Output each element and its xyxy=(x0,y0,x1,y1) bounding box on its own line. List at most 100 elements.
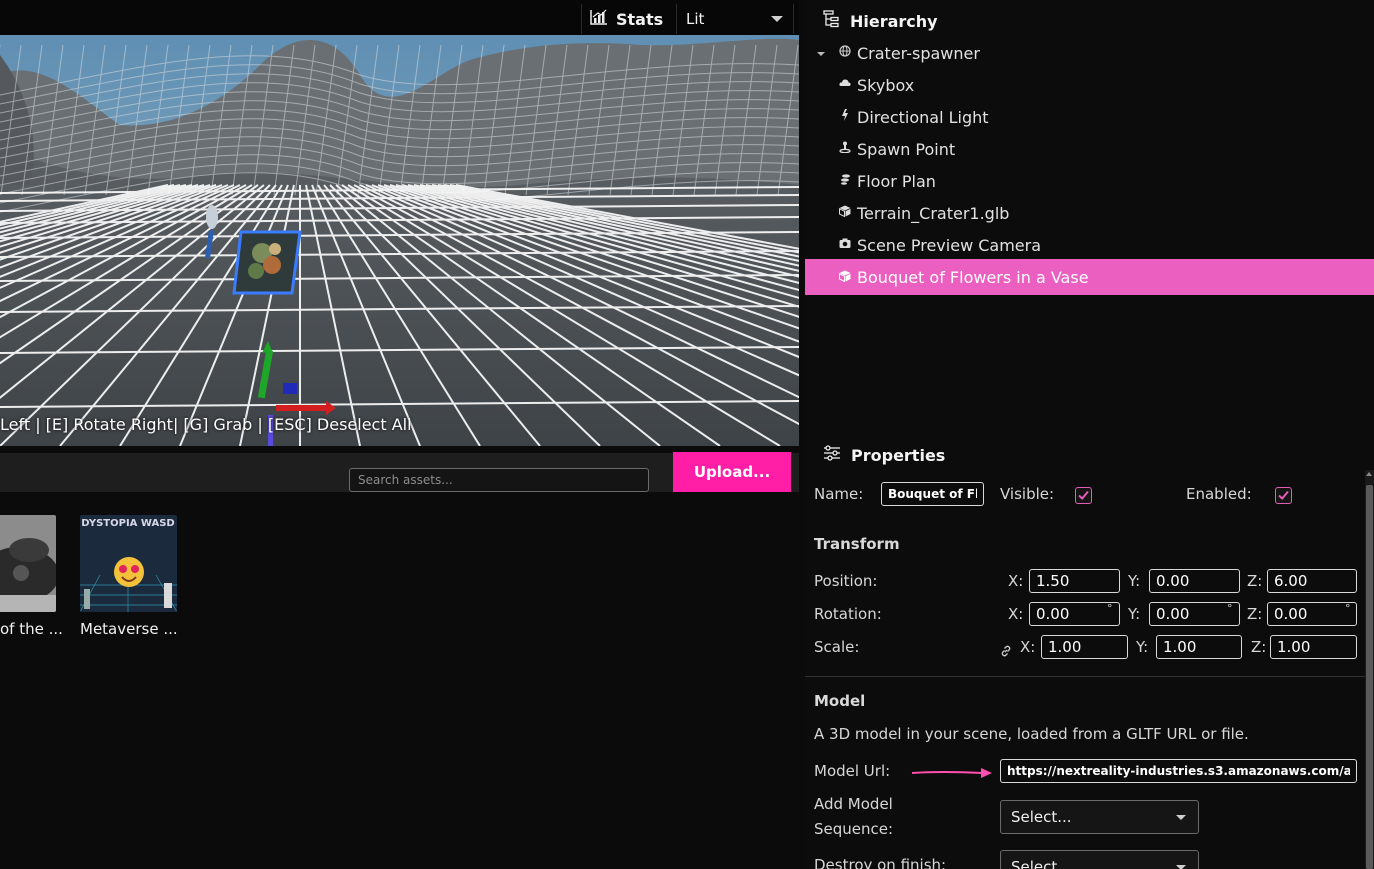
bolt-icon xyxy=(839,106,851,121)
inspector-panel: Hierarchy Crater-spawner Skybox Directio… xyxy=(805,0,1374,869)
hierarchy-item-label: Crater-spawner xyxy=(857,43,980,63)
scale-y-label: Y: xyxy=(1136,638,1149,656)
scene-editor-left: Stats Lit Left | [E] Rotate Right| [G] G… xyxy=(0,0,799,869)
hierarchy-item-directional-light[interactable]: Directional Light xyxy=(805,101,1374,133)
asset-caption: of the ... xyxy=(0,620,63,638)
bar-chart-icon xyxy=(590,9,608,29)
rotation-z-field[interactable] xyxy=(1267,602,1357,626)
properties-scrollbar[interactable] xyxy=(1365,470,1374,869)
viewport-toolbar: Stats Lit xyxy=(0,0,799,35)
scene-viewport[interactable]: Left | [E] Rotate Right| [G] Grab | [ESC… xyxy=(0,35,799,446)
link-icon[interactable] xyxy=(1000,642,1012,661)
cube-icon xyxy=(839,202,851,218)
keyboard-hint: Left | [E] Rotate Right| [G] Grab | [ESC… xyxy=(0,415,412,434)
hierarchy-header: Hierarchy xyxy=(823,10,938,32)
enabled-label: Enabled: xyxy=(1186,485,1252,503)
hierarchy-item-floor-plan[interactable]: Floor Plan xyxy=(805,165,1374,197)
position-x-label: X: xyxy=(1008,572,1024,590)
camera-icon xyxy=(839,234,851,248)
chevron-down-icon xyxy=(771,16,783,22)
model-url-field[interactable] xyxy=(1000,759,1357,783)
upload-button[interactable]: Upload... xyxy=(673,452,791,492)
cloud-icon xyxy=(839,74,851,86)
render-mode-select[interactable]: Lit xyxy=(676,4,794,34)
hierarchy-item-terrain[interactable]: Terrain_Crater1.glb xyxy=(805,197,1374,229)
add-model-sequence-label-line1: Add Model xyxy=(814,795,893,813)
hierarchy-item-label: Directional Light xyxy=(857,107,989,127)
destroy-on-finish-label: Destroy on finish: xyxy=(814,856,947,869)
asset-item[interactable]: of the ... xyxy=(0,515,63,638)
model-section-title: Model xyxy=(814,692,866,710)
hierarchy-icon xyxy=(823,10,840,32)
degree-symbol: ° xyxy=(1345,602,1351,615)
enabled-checkbox[interactable] xyxy=(1275,487,1292,504)
degree-symbol: ° xyxy=(1107,602,1113,615)
globe-icon xyxy=(839,42,851,57)
hierarchy-item-crater-spawner[interactable]: Crater-spawner xyxy=(805,37,1374,69)
hierarchy-item-skybox[interactable]: Skybox xyxy=(805,69,1374,101)
destroy-on-finish-value: Select... xyxy=(1011,858,1072,869)
scale-z-label: Z: xyxy=(1251,638,1267,656)
rotation-y-label: Y: xyxy=(1128,605,1141,623)
hierarchy-item-label: Terrain_Crater1.glb xyxy=(857,203,1010,223)
properties-header: Properties xyxy=(823,445,945,465)
destroy-on-finish-select[interactable]: Select... xyxy=(1000,850,1199,869)
position-label: Position: xyxy=(814,572,878,590)
asset-thumbnail: DYSTOPIA WASD xyxy=(80,515,177,612)
visible-label: Visible: xyxy=(1000,485,1055,503)
scroll-up-arrow-icon[interactable] xyxy=(1366,472,1372,476)
scrollbar-thumb[interactable] xyxy=(1366,485,1373,869)
scale-y-field[interactable] xyxy=(1156,635,1242,659)
model-url-label: Model Url: xyxy=(814,762,891,780)
hierarchy-item-label: Scene Preview Camera xyxy=(857,235,1042,255)
hierarchy-item-spawn-point[interactable]: Spawn Point xyxy=(805,133,1374,165)
add-model-sequence-label-line2: Sequence: xyxy=(814,820,894,838)
model-sequence-select[interactable]: Select... xyxy=(1000,800,1199,834)
position-x-field[interactable] xyxy=(1029,569,1120,593)
chevron-down-icon xyxy=(1176,865,1186,869)
search-assets-input[interactable] xyxy=(349,468,649,492)
sliders-icon xyxy=(823,445,841,465)
position-y-label: Y: xyxy=(1128,572,1141,590)
asset-toolbar: Upload... xyxy=(0,452,799,492)
scale-x-label: X: xyxy=(1020,638,1036,656)
hierarchy-item-bouquet[interactable]: Bouquet of Flowers in a Vase xyxy=(805,259,1374,295)
model-description: A 3D model in your scene, loaded from a … xyxy=(814,725,1249,743)
section-divider xyxy=(805,676,1365,677)
name-field[interactable] xyxy=(881,482,984,506)
thumb-title: DYSTOPIA WASD xyxy=(81,518,174,529)
asset-caption: Metaverse ... xyxy=(80,620,178,638)
chevron-down-icon xyxy=(1176,815,1186,820)
cube-icon xyxy=(839,267,851,283)
visible-checkbox[interactable] xyxy=(1075,487,1092,504)
hierarchy-item-label: Bouquet of Flowers in a Vase xyxy=(857,267,1089,287)
rotation-z-label: Z: xyxy=(1247,605,1263,623)
arrow-annotation-icon xyxy=(911,764,993,783)
hierarchy-item-scene-preview-camera[interactable]: Scene Preview Camera xyxy=(805,229,1374,261)
stats-button[interactable]: Stats xyxy=(581,4,673,34)
scale-x-field[interactable] xyxy=(1041,635,1128,659)
hierarchy-item-label: Floor Plan xyxy=(857,171,936,191)
model-sequence-value: Select... xyxy=(1011,808,1072,826)
hierarchy-item-label: Spawn Point xyxy=(857,139,956,159)
spawn-icon xyxy=(839,138,851,154)
transform-section-title: Transform xyxy=(814,535,900,553)
position-z-label: Z: xyxy=(1247,572,1263,590)
asset-item[interactable]: DYSTOPIA WASD Metaverse ... xyxy=(80,515,178,638)
hierarchy-item-label: Skybox xyxy=(857,75,915,95)
selected-artwork[interactable] xyxy=(232,230,302,295)
stats-label: Stats xyxy=(616,9,664,29)
scale-z-field[interactable] xyxy=(1270,635,1357,659)
render-mode-value: Lit xyxy=(686,10,705,28)
rotation-label: Rotation: xyxy=(814,605,882,623)
properties-title: Properties xyxy=(851,445,946,465)
scale-label: Scale: xyxy=(814,638,860,656)
rotation-x-label: X: xyxy=(1008,605,1024,623)
degree-symbol: ° xyxy=(1227,602,1233,615)
hierarchy-title: Hierarchy xyxy=(850,11,938,31)
name-label: Name: xyxy=(814,485,864,503)
terrain-grid xyxy=(0,35,799,446)
position-y-field[interactable] xyxy=(1149,569,1240,593)
position-z-field[interactable] xyxy=(1267,569,1357,593)
asset-thumbnail xyxy=(0,515,56,612)
